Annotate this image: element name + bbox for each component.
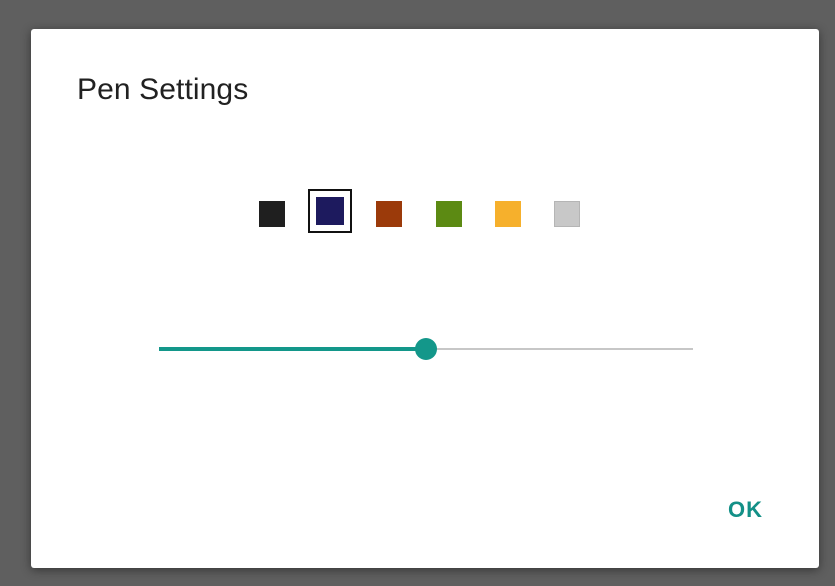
pen-size-slider[interactable] [159,337,693,361]
ok-button[interactable]: OK [728,497,763,523]
color-swatch-olive-green[interactable] [436,201,462,227]
color-swatch-navy[interactable] [308,189,352,233]
color-swatch-black[interactable] [259,201,285,227]
pen-settings-dialog: Pen Settings OK [31,29,819,568]
color-swatch-light-gray[interactable] [554,201,580,227]
color-swatch-fill [316,197,344,225]
color-swatch-rust[interactable] [376,201,402,227]
color-palette [31,189,819,233]
dialog-title: Pen Settings [77,73,249,106]
slider-thumb[interactable] [415,338,437,360]
slider-fill [159,347,426,351]
color-swatch-amber[interactable] [495,201,521,227]
